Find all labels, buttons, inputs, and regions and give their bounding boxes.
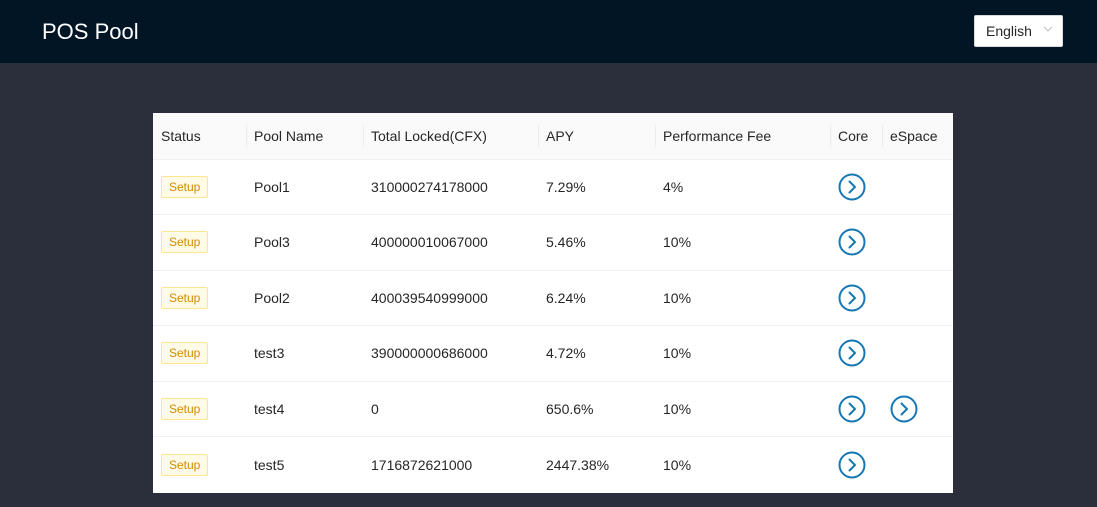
table-row: Setup Pool2 400039540999000 6.24% 10% bbox=[153, 270, 953, 326]
pool-name-cell: Pool2 bbox=[246, 270, 363, 326]
right-circle-icon[interactable] bbox=[890, 395, 918, 423]
espace-cell bbox=[882, 437, 953, 493]
apy-cell: 6.24% bbox=[538, 270, 655, 326]
status-cell: Setup bbox=[153, 437, 246, 493]
status-cell: Setup bbox=[153, 270, 246, 326]
pool-name-cell: Pool1 bbox=[246, 159, 363, 215]
status-badge: Setup bbox=[161, 397, 209, 420]
core-cell bbox=[830, 325, 882, 382]
status-badge: Setup bbox=[161, 175, 209, 198]
table-row: Setup test5 1716872621000 2447.38% 10% bbox=[153, 437, 953, 493]
espace-cell bbox=[882, 270, 953, 326]
table-row: Setup Pool1 310000274178000 7.29% 4% bbox=[153, 159, 953, 215]
table-header-row: Status Pool Name Total Locked(CFX) APY P… bbox=[153, 113, 953, 160]
total-locked-cell: 1716872621000 bbox=[371, 456, 473, 473]
performance-fee-cell: 4% bbox=[655, 159, 830, 215]
status-badge: Setup bbox=[161, 231, 209, 254]
espace-cell bbox=[882, 381, 953, 437]
apy-cell: 5.46% bbox=[538, 214, 655, 271]
right-circle-icon[interactable] bbox=[838, 173, 866, 201]
table-body: Setup Pool1 310000274178000 7.29% 4% Setup Poo… bbox=[153, 159, 953, 492]
column-header-total-locked: Total Locked(CFX) bbox=[363, 113, 538, 160]
pool-name-cell: test3 bbox=[246, 325, 363, 382]
table-row: Setup Pool3 400000010067000 5.46% 10% bbox=[153, 214, 953, 271]
column-header-apy: APY bbox=[538, 113, 655, 160]
performance-fee-cell: 10% bbox=[655, 270, 830, 326]
column-header-status: Status bbox=[153, 113, 246, 160]
pool-table-panel: Status Pool Name Total Locked(CFX) APY P… bbox=[153, 113, 953, 493]
right-circle-icon[interactable] bbox=[838, 228, 866, 256]
status-cell: Setup bbox=[153, 381, 246, 437]
chevron-down-icon bbox=[1043, 26, 1053, 32]
language-select-value: English bbox=[986, 23, 1032, 39]
core-cell bbox=[830, 159, 882, 215]
performance-fee-cell: 10% bbox=[655, 325, 830, 382]
pool-table: Status Pool Name Total Locked(CFX) APY P… bbox=[153, 113, 953, 492]
total-locked-cell: 310000274178000 bbox=[363, 159, 538, 215]
total-locked-cell: 390000000686000 bbox=[363, 325, 538, 382]
performance-fee-cell: 10% bbox=[655, 381, 830, 437]
column-header-performance-fee: Performance Fee bbox=[655, 113, 830, 160]
table-row: Setup test4 0 650.6% 10% bbox=[153, 381, 953, 437]
pool-name-cell: Pool3 bbox=[246, 214, 363, 271]
language-select[interactable]: English bbox=[974, 15, 1063, 47]
app-title: POS Pool bbox=[42, 19, 139, 44]
core-cell bbox=[830, 270, 882, 326]
espace-cell bbox=[882, 214, 953, 271]
status-badge: Setup bbox=[161, 453, 209, 476]
status-badge: Setup bbox=[161, 342, 209, 365]
column-header-espace: eSpace bbox=[882, 113, 953, 160]
apy-cell: 2447.38% bbox=[546, 456, 610, 473]
core-cell bbox=[830, 437, 882, 493]
right-circle-icon[interactable] bbox=[838, 284, 866, 312]
total-locked-cell: 400039540999000 bbox=[363, 270, 538, 326]
apy-cell: 650.6% bbox=[538, 381, 655, 437]
status-badge: Setup bbox=[161, 286, 209, 309]
core-cell bbox=[830, 381, 882, 437]
column-header-pool-name: Pool Name bbox=[246, 113, 363, 160]
column-header-core: Core bbox=[830, 113, 882, 160]
status-cell: Setup bbox=[153, 325, 246, 382]
apy-cell: 7.29% bbox=[538, 159, 655, 215]
espace-cell bbox=[882, 325, 953, 382]
right-circle-icon[interactable] bbox=[838, 395, 866, 423]
apy-cell: 4.72% bbox=[538, 325, 655, 382]
performance-fee-cell: 10% bbox=[655, 214, 830, 271]
top-bar: POS Pool English bbox=[0, 0, 1097, 63]
total-locked-cell: 400000010067000 bbox=[363, 214, 538, 271]
pool-name-cell: test4 bbox=[246, 381, 363, 437]
core-cell bbox=[830, 214, 882, 271]
performance-fee-cell: 10% bbox=[663, 456, 692, 473]
total-locked-cell: 0 bbox=[363, 381, 538, 437]
right-circle-icon[interactable] bbox=[838, 451, 866, 479]
table-row: Setup test3 390000000686000 4.72% 10% bbox=[153, 325, 953, 382]
status-cell: Setup bbox=[153, 214, 246, 271]
espace-cell bbox=[882, 159, 953, 215]
pool-name-cell: test5 bbox=[254, 456, 285, 473]
right-circle-icon[interactable] bbox=[838, 339, 866, 367]
status-cell: Setup bbox=[153, 159, 246, 215]
